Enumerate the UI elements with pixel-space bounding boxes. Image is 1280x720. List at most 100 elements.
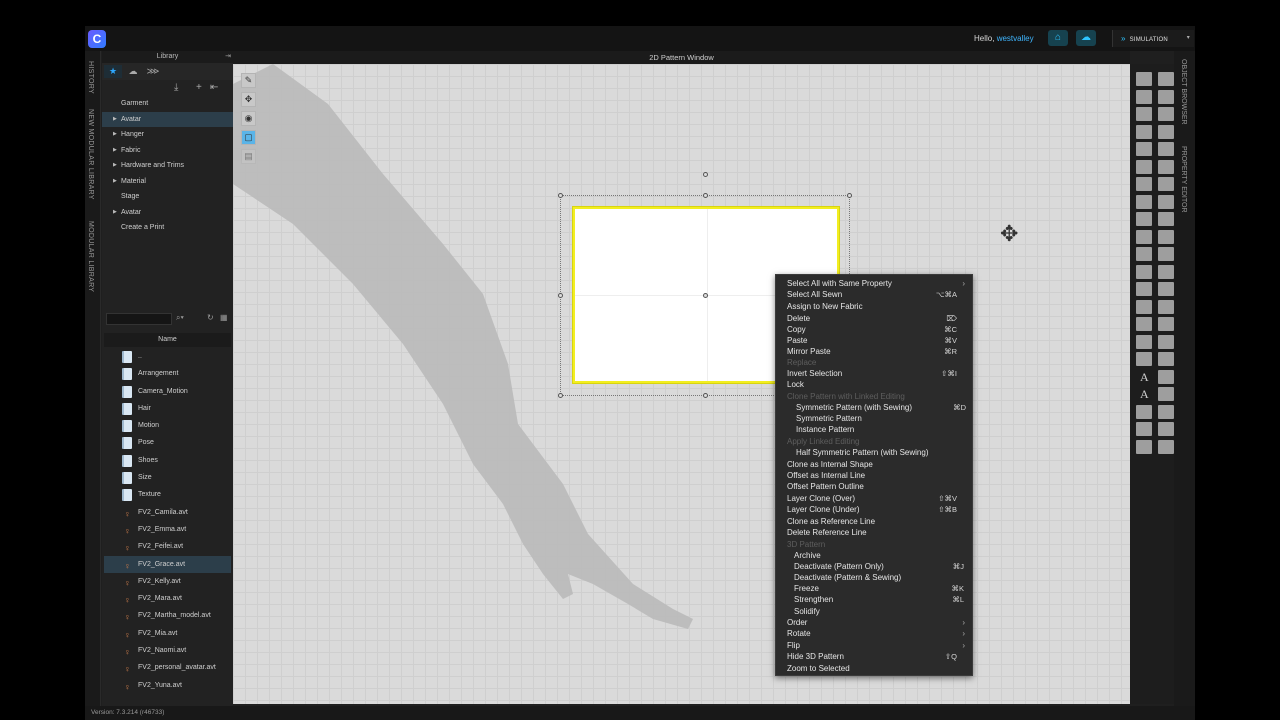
- menu-item[interactable]: Mirror Paste ⌘R: [787, 346, 967, 357]
- menu-item[interactable]: Clone as Internal Shape: [787, 459, 967, 470]
- menu-item[interactable]: Assign to New Fabric: [787, 301, 967, 312]
- tool-icon[interactable]: [1158, 334, 1174, 349]
- search-icon[interactable]: ⌕▾: [176, 313, 184, 323]
- tool-icon[interactable]: [1158, 264, 1174, 279]
- library-tree-item[interactable]: ▶ Hardware and Trims: [102, 158, 233, 174]
- menu-item[interactable]: Symmetric Pattern: [796, 413, 976, 424]
- grid-view-icon[interactable]: ▦: [220, 313, 228, 322]
- menu-item[interactable]: Lock: [787, 379, 967, 390]
- menu-item[interactable]: Select All with Same Property ›: [787, 278, 967, 289]
- tab-property-editor[interactable]: PROPERTY EDITOR: [1180, 146, 1187, 213]
- tool-icon[interactable]: [1136, 124, 1152, 139]
- name-column-header[interactable]: Name: [104, 333, 231, 347]
- menu-item[interactable]: Clone as Reference Line: [787, 516, 967, 527]
- menu-item[interactable]: Delete ⌦: [787, 313, 967, 324]
- tool-icon[interactable]: [1158, 142, 1174, 156]
- avatar-file-item[interactable]: ♀ FV2_Mia.avt: [104, 625, 231, 642]
- tool-icon[interactable]: [1136, 282, 1152, 296]
- tool-icon[interactable]: [1158, 369, 1174, 384]
- tab-new-modular-library[interactable]: NEW MODULAR LIBRARY: [87, 109, 94, 200]
- tool-icon[interactable]: [1158, 387, 1174, 401]
- rotate-handle[interactable]: [703, 172, 708, 177]
- resize-handle[interactable]: [558, 393, 563, 398]
- tool-icon[interactable]: [1136, 352, 1152, 366]
- menu-item[interactable]: Hide 3D Pattern ⇧Q: [787, 651, 967, 662]
- tool-icon[interactable]: [1158, 282, 1174, 296]
- menu-item[interactable]: Copy ⌘C: [787, 324, 967, 335]
- tool-icon[interactable]: [1158, 247, 1174, 261]
- avatar-file-item[interactable]: ♀ FV2_Naomi.avt: [104, 642, 231, 659]
- menu-item[interactable]: Delete Reference Line: [787, 527, 967, 538]
- resize-handle[interactable]: [558, 193, 563, 198]
- sewing-tool-icon[interactable]: ◉: [241, 111, 256, 126]
- menu-item[interactable]: Archive: [794, 550, 974, 561]
- menu-item[interactable]: Order ›: [787, 617, 967, 628]
- expand-arrow-icon[interactable]: ▶: [113, 143, 117, 159]
- folder-item[interactable]: Texture: [104, 486, 231, 503]
- transform-tool-icon[interactable]: ✥: [241, 92, 256, 107]
- expand-arrow-icon[interactable]: ▶: [113, 205, 117, 221]
- menu-item[interactable]: Freeze ⌘K: [794, 583, 974, 594]
- text-tool-icon[interactable]: A: [1140, 387, 1149, 402]
- app-logo-icon[interactable]: C: [88, 30, 106, 48]
- tool-icon[interactable]: [1136, 404, 1152, 419]
- tool-icon[interactable]: [1136, 107, 1152, 121]
- tool-icon[interactable]: [1136, 264, 1152, 279]
- tool-icon[interactable]: [1136, 72, 1152, 86]
- fabric-tool-icon[interactable]: ▢: [241, 130, 256, 145]
- tool-icon[interactable]: [1136, 212, 1152, 226]
- add-icon[interactable]: +: [196, 82, 202, 93]
- avatar-file-item[interactable]: ♀ FV2_Camila.avt: [104, 504, 231, 521]
- download-icon[interactable]: ⤓: [174, 82, 178, 93]
- tool-icon[interactable]: [1158, 439, 1174, 454]
- tool-icon[interactable]: [1158, 159, 1174, 174]
- avatar-file-item[interactable]: ♀ FV2_Martha_model.avt: [104, 607, 231, 624]
- edit-pattern-tool-icon[interactable]: ✎: [241, 73, 256, 88]
- library-tree-item[interactable]: ▶ Fabric: [102, 143, 233, 159]
- tab-history[interactable]: HISTORY: [87, 61, 94, 94]
- menu-item[interactable]: Invert Selection ⇧⌘I: [787, 368, 967, 379]
- menu-item[interactable]: Layer Clone (Under) ⇧⌘B: [787, 504, 967, 515]
- library-tree-item[interactable]: ▶ Hanger: [102, 127, 233, 143]
- menu-item[interactable]: Strengthen ⌘L: [794, 594, 974, 605]
- library-tree-item[interactable]: Create a Print: [102, 220, 233, 236]
- tab-modular-library[interactable]: MODULAR LIBRARY: [87, 221, 94, 292]
- simulation-mode-button[interactable]: » SIMULATION ▾: [1112, 30, 1194, 47]
- expand-arrow-icon[interactable]: ▶: [113, 174, 117, 190]
- library-tree-item[interactable]: ▶ Avatar: [102, 205, 233, 221]
- tool-icon[interactable]: [1136, 177, 1152, 191]
- tool-icon[interactable]: [1136, 159, 1152, 174]
- tool-icon[interactable]: [1158, 89, 1174, 104]
- tool-icon[interactable]: [1136, 299, 1152, 314]
- avatar-file-item[interactable]: ♀ FV2_personal_avatar.avt: [104, 659, 231, 676]
- folder-item[interactable]: Shoes: [104, 452, 231, 469]
- tool-icon[interactable]: [1136, 247, 1152, 261]
- modular-tab-icon[interactable]: ⋙: [144, 65, 162, 78]
- pattern-canvas[interactable]: ✎ ✥ ◉ ▢ ▤ ✥: [233, 64, 1130, 704]
- library-tree-item[interactable]: ▶ Avatar: [102, 111, 233, 127]
- menu-item[interactable]: Deactivate (Pattern & Sewing): [794, 572, 974, 583]
- menu-item[interactable]: Deactivate (Pattern Only) ⌘J: [794, 561, 974, 572]
- menu-item[interactable]: Offset Pattern Outline: [787, 481, 967, 492]
- tool-icon[interactable]: [1158, 317, 1174, 331]
- pin-icon[interactable]: ⇥: [225, 51, 231, 63]
- tool-icon[interactable]: [1158, 229, 1174, 244]
- resize-handle[interactable]: [703, 193, 708, 198]
- folder-item[interactable]: ..: [104, 348, 231, 365]
- menu-item[interactable]: Instance Pattern: [796, 424, 976, 435]
- menu-item[interactable]: Symmetric Pattern (with Sewing) ⌘D: [796, 402, 976, 413]
- tool-icon[interactable]: [1158, 212, 1174, 226]
- menu-item[interactable]: Half Symmetric Pattern (with Sewing): [796, 447, 976, 458]
- folder-item[interactable]: Pose: [104, 434, 231, 451]
- username-link[interactable]: westvalley: [997, 34, 1034, 43]
- tool-icon[interactable]: [1158, 194, 1174, 209]
- avatar-file-item[interactable]: ♀ FV2_Feifei.avt: [104, 538, 231, 555]
- menu-item[interactable]: Rotate ›: [787, 628, 967, 639]
- tool-icon[interactable]: [1136, 334, 1152, 349]
- tool-icon[interactable]: [1158, 299, 1174, 314]
- avatar-file-item[interactable]: ♀ FV2_Mara.avt: [104, 590, 231, 607]
- tool-icon[interactable]: [1158, 422, 1174, 436]
- tool-icon[interactable]: [1158, 107, 1174, 121]
- menu-item[interactable]: Select All Sewn ⌥⌘A: [787, 289, 967, 300]
- library-tree-item[interactable]: ▶ Material: [102, 174, 233, 190]
